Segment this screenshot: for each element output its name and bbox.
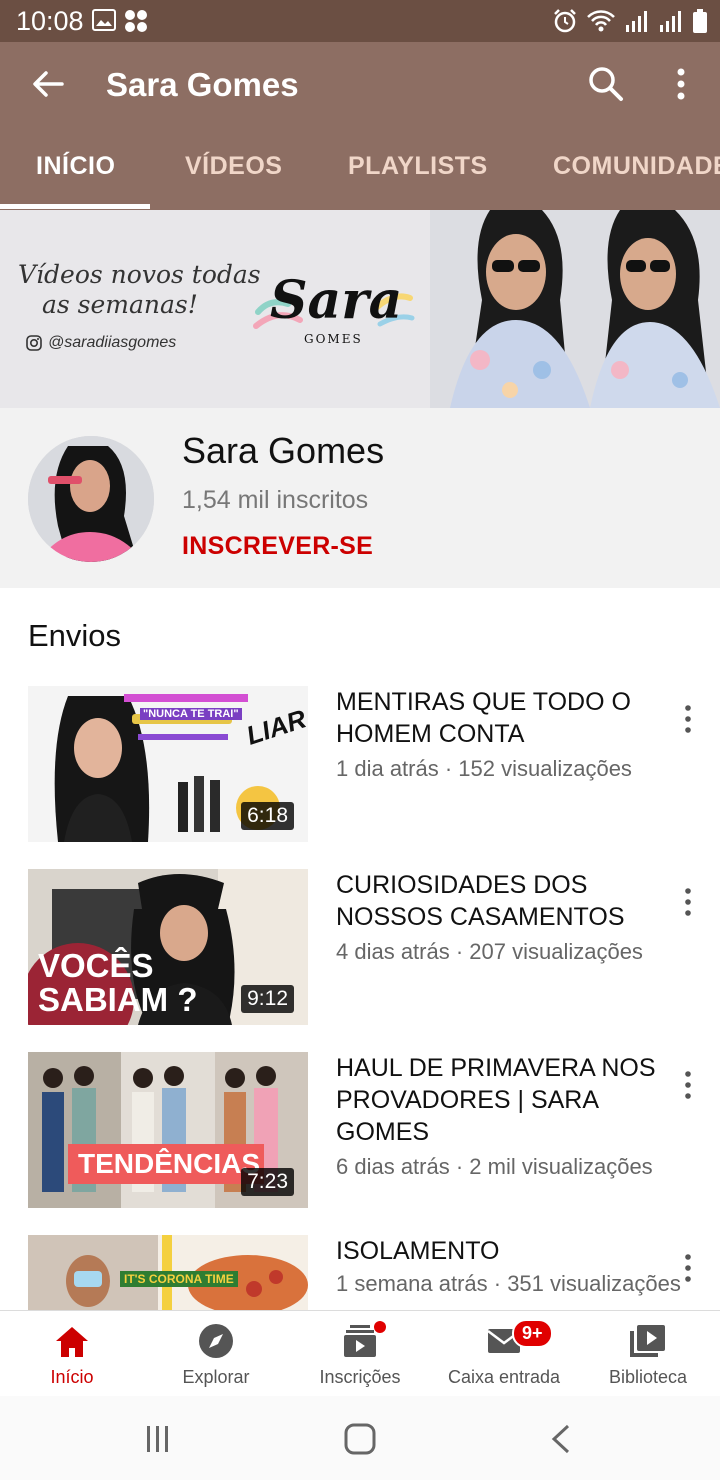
nav-label: Caixa entrada xyxy=(447,1367,561,1387)
avatar-image xyxy=(28,436,154,562)
back-arrow-icon[interactable] xyxy=(28,64,68,104)
banner-photo xyxy=(430,210,720,408)
nav-explorar[interactable]: Explorar xyxy=(144,1311,288,1397)
banner-slogan-line2: as semanas! xyxy=(42,290,198,319)
video-meta: 6 dias atrás · 2 mil visualizações xyxy=(336,1154,653,1179)
video-item[interactable]: VOCÊS SABIAM ? 9:12 CURIOSIDADES DOS NOS… xyxy=(0,869,720,1029)
video-thumbnail[interactable]: IT'S CORONA TIME xyxy=(28,1235,308,1310)
channel-banner: Vídeos novos todas as semanas! @saradiia… xyxy=(0,210,720,408)
thumbnail-text: VOCÊS xyxy=(38,947,154,984)
video-more-icon[interactable] xyxy=(678,887,698,917)
video-item[interactable]: TENDÊNCIAS 7:23 HAUL DE PRIMAVERA NOS PR… xyxy=(0,1052,720,1212)
banner-logo-sub: GOMES xyxy=(304,332,363,346)
banner-handle-text: @saradiiasgomes xyxy=(48,334,177,351)
video-title[interactable]: HAUL DE PRIMAVERA NOS PROVADORES | SARA … xyxy=(336,1052,656,1148)
nav-inscricoes[interactable]: Inscrições xyxy=(288,1311,432,1397)
thumbnail-text: IT'S CORONA TIME xyxy=(120,1271,238,1287)
system-navigation-bar xyxy=(0,1396,720,1480)
banner-logo: Sara GOMES xyxy=(248,268,418,358)
nav-label: Biblioteca xyxy=(608,1367,688,1387)
recent-apps-icon[interactable] xyxy=(138,1422,178,1456)
gallery-icon xyxy=(92,9,116,31)
video-item[interactable]: IT'S CORONA TIME ISOLAMENTO 1 semana atr… xyxy=(0,1235,720,1310)
subscriber-count: 1,54 mil inscritos xyxy=(182,486,369,514)
status-bar: 10:08 xyxy=(0,0,720,42)
home-icon xyxy=(56,1327,88,1357)
video-title[interactable]: ISOLAMENTO xyxy=(336,1235,656,1267)
banner-logo-text: Sara xyxy=(270,270,403,331)
nav-label: Inscrições xyxy=(319,1367,401,1387)
battery-icon xyxy=(693,9,707,33)
banner-slogan: Vídeos novos todas as semanas! xyxy=(18,260,261,320)
video-meta: 4 dias atrás · 207 visualizações xyxy=(336,939,643,964)
video-more-icon[interactable] xyxy=(678,1253,698,1283)
video-thumbnail[interactable]: VOCÊS SABIAM ? 9:12 xyxy=(28,869,308,1025)
subscribe-button[interactable]: INSCREVER-SE xyxy=(182,532,373,561)
video-thumbnail[interactable]: TENDÊNCIAS 7:23 xyxy=(28,1052,308,1208)
status-time: 10:08 xyxy=(16,6,84,36)
video-duration: 6:18 xyxy=(241,802,294,830)
compass-icon xyxy=(199,1324,233,1358)
video-more-icon[interactable] xyxy=(678,704,698,734)
video-meta: 1 semana atrás · 351 visualizações xyxy=(336,1271,681,1296)
library-icon xyxy=(630,1325,665,1357)
video-thumbnail[interactable]: LIAR "NUNCA TE TRAI" 6:18 xyxy=(28,686,308,842)
video-title[interactable]: MENTIRAS QUE TODO O HOMEM CONTA xyxy=(336,686,656,750)
video-item[interactable]: LIAR "NUNCA TE TRAI" 6:18 MENTIRAS QUE T… xyxy=(0,686,720,846)
thumbnail-text: TENDÊNCIAS xyxy=(78,1148,261,1179)
search-icon[interactable] xyxy=(586,64,626,104)
app-bar: Sara Gomes INÍCIO VÍDEOS PLAYLISTS COMUN… xyxy=(0,42,720,210)
signal-icon xyxy=(626,11,647,32)
video-duration: 7:23 xyxy=(241,1168,294,1196)
banner-slogan-line1: Vídeos novos todas xyxy=(18,260,261,289)
banner-handle: @saradiiasgomes xyxy=(26,334,176,352)
channel-title: Sara Gomes xyxy=(106,66,299,103)
tab-inicio[interactable]: INÍCIO xyxy=(36,152,115,181)
alarm-icon xyxy=(554,9,576,33)
video-meta: 1 dia atrás · 152 visualizações xyxy=(336,756,632,781)
apps-icon xyxy=(125,10,147,32)
inbox-badge: 9+ xyxy=(512,1319,553,1348)
wifi-icon xyxy=(587,10,615,32)
tab-comunidade[interactable]: COMUNIDADE xyxy=(553,152,720,181)
more-options-icon[interactable] xyxy=(664,64,698,104)
tab-videos[interactable]: VÍDEOS xyxy=(185,152,282,181)
active-tab-indicator xyxy=(0,204,150,209)
nav-label: Início xyxy=(50,1367,94,1387)
nav-inicio[interactable]: Início xyxy=(0,1311,144,1397)
channel-header: Sara Gomes 1,54 mil inscritos INSCREVER-… xyxy=(0,408,720,588)
notification-dot xyxy=(374,1321,386,1333)
uploads-section-title: Envios xyxy=(28,618,122,653)
channel-name: Sara Gomes xyxy=(182,430,385,471)
video-more-icon[interactable] xyxy=(678,1070,698,1100)
thumbnail-subtext: "NUNCA TE TRAI" xyxy=(140,708,242,720)
video-title[interactable]: CURIOSIDADES DOS NOSSOS CASAMENTOS xyxy=(336,869,656,933)
video-duration: 9:12 xyxy=(241,985,294,1013)
nav-label: Explorar xyxy=(182,1367,250,1387)
back-button-icon[interactable] xyxy=(542,1422,582,1456)
bottom-navigation: Início Explorar Inscrições 9+ Caixa entr… xyxy=(0,1310,720,1396)
system-icons xyxy=(552,8,708,34)
tab-playlists[interactable]: PLAYLISTS xyxy=(348,152,488,181)
nav-biblioteca[interactable]: Biblioteca xyxy=(576,1311,720,1397)
signal-icon-2 xyxy=(660,11,681,32)
channel-tabs: INÍCIO VÍDEOS PLAYLISTS COMUNIDADE xyxy=(0,146,720,210)
instagram-icon xyxy=(26,335,42,351)
notification-icons xyxy=(92,9,148,33)
channel-avatar[interactable] xyxy=(28,436,154,562)
thumbnail-subtext: SABIAM ? xyxy=(38,981,198,1018)
nav-caixa-entrada[interactable]: 9+ Caixa entrada xyxy=(432,1311,576,1397)
home-button-icon[interactable] xyxy=(340,1422,380,1456)
